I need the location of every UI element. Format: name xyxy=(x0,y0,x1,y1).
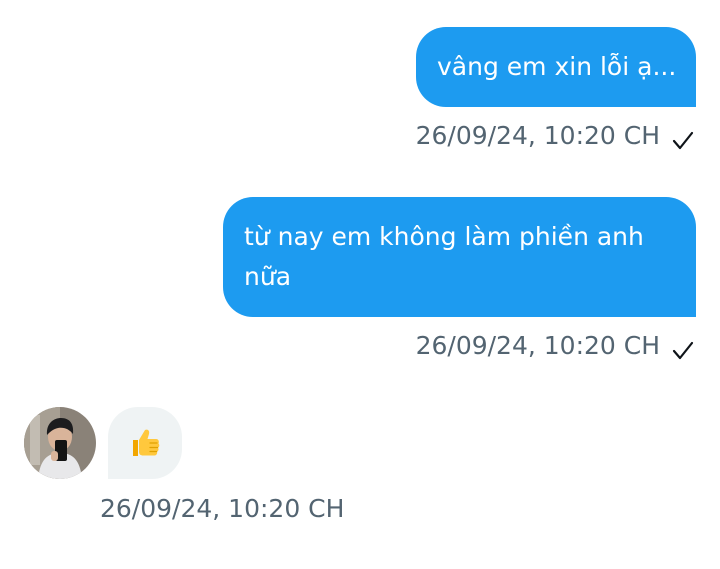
message-text: vâng em xin lỗi ạ... xyxy=(437,52,677,81)
check-icon xyxy=(672,129,694,151)
message-bubble-outgoing[interactable]: vâng em xin lỗi ạ... xyxy=(416,27,696,107)
message-text: từ nay em không làm phiền anh nữa xyxy=(244,222,644,291)
message-timestamp: 26/09/24, 10:20 CH xyxy=(415,121,660,150)
message-bubble-outgoing[interactable]: từ nay em không làm phiền anh nữa xyxy=(223,197,696,317)
avatar-photo xyxy=(24,407,96,479)
thumbs-up-icon xyxy=(133,429,160,456)
message-bubble-incoming[interactable] xyxy=(108,407,182,479)
avatar[interactable] xyxy=(24,407,96,479)
message-meta: 26/09/24, 10:20 CH xyxy=(416,331,694,361)
message-timestamp: 26/09/24, 10:20 CH xyxy=(100,494,345,523)
message-timestamp: 26/09/24, 10:20 CH xyxy=(415,331,660,360)
message-meta: 26/09/24, 10:20 CH xyxy=(416,121,694,151)
check-icon xyxy=(672,339,694,361)
